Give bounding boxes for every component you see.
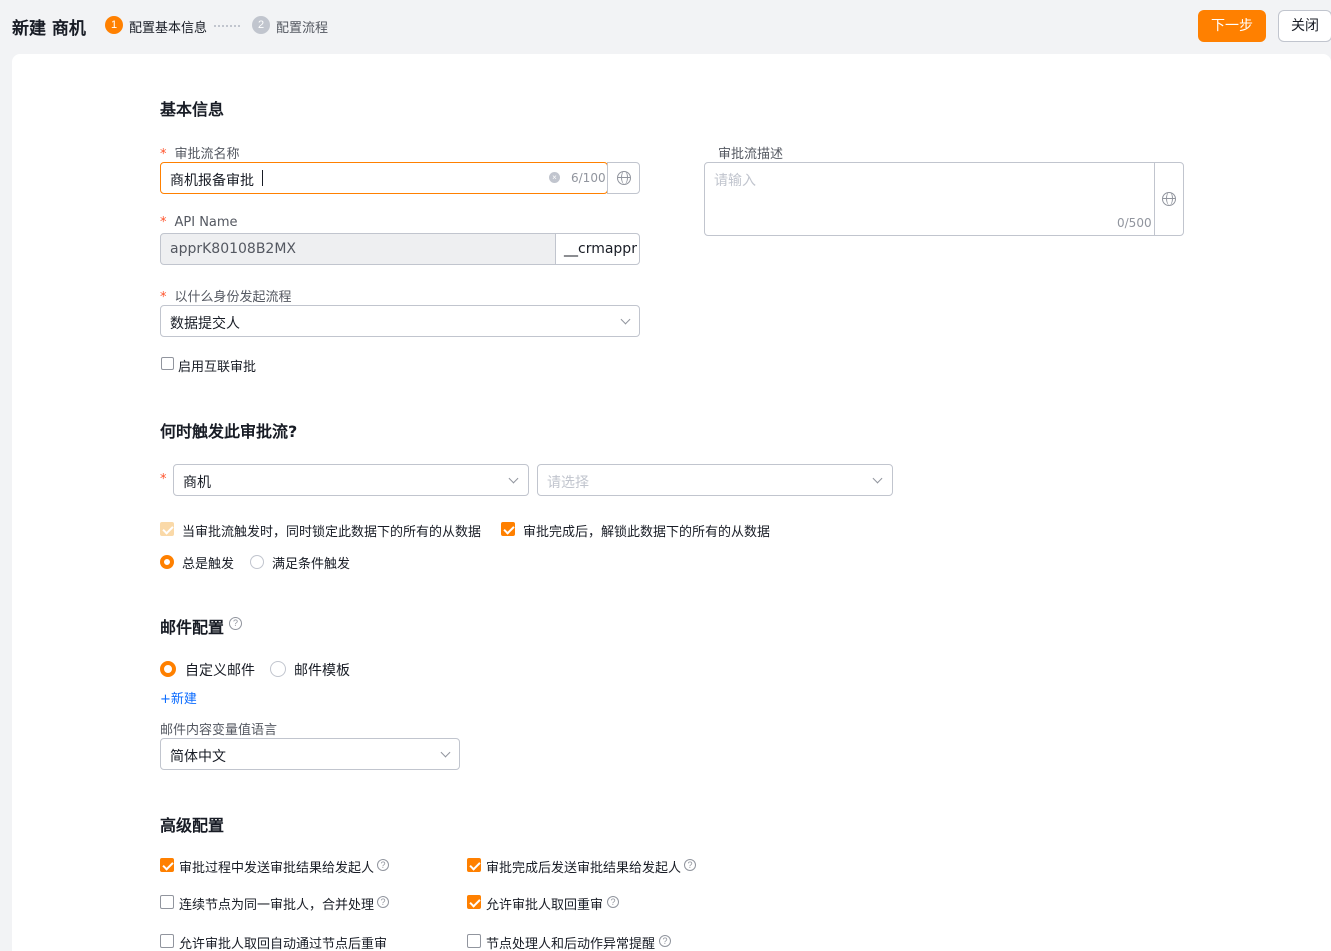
globe-icon <box>1162 192 1176 206</box>
required-mark: * <box>160 472 167 487</box>
step-2-label: 配置流程 <box>276 21 329 36</box>
exception-alert-label: 节点处理人和后动作异常提醒 <box>486 937 656 951</box>
step-1-label: 配置基本信息 <box>129 21 208 36</box>
merge-same-approver-checkbox[interactable] <box>160 895 174 909</box>
lock-sub-data-checkbox <box>160 522 174 536</box>
description-counter: 0/500 <box>1117 216 1152 230</box>
condition-trigger-label: 满足条件触发 <box>272 557 351 572</box>
api-name-label: * API Name <box>160 215 238 230</box>
help-icon[interactable]: ? <box>229 617 242 630</box>
exception-alert-checkbox[interactable] <box>467 934 481 948</box>
retrieve-auto-pass-checkbox[interactable] <box>160 934 174 948</box>
trigger-object-select[interactable]: 商机 <box>173 464 529 496</box>
help-icon[interactable]: ? <box>659 935 671 947</box>
step-2-number: 2 <box>252 16 270 34</box>
advanced-config-title: 高级配置 <box>160 816 225 835</box>
trigger-object-value: 商机 <box>183 475 211 491</box>
notify-during-approval-checkbox[interactable] <box>160 858 174 872</box>
lock-sub-data-label: 当审批流触发时，同时锁定此数据下的所有的从数据 <box>182 525 482 540</box>
always-trigger-radio[interactable] <box>160 555 174 569</box>
new-mail-link[interactable]: +新建 <box>160 688 197 707</box>
description-placeholder: 请输入 <box>714 173 756 189</box>
identity-select[interactable]: 数据提交人 <box>160 305 640 337</box>
help-icon[interactable]: ? <box>377 896 389 908</box>
text-cursor <box>262 170 263 186</box>
page-title: 新建 商机 <box>12 19 86 39</box>
description-label: 审批流描述 <box>718 147 784 162</box>
trigger-type-placeholder: 请选择 <box>547 475 589 491</box>
mail-config-title: 邮件配置 <box>160 618 225 637</box>
identity-label: * 以什么身份发起流程 <box>160 290 292 305</box>
mail-language-value: 简体中文 <box>170 749 226 765</box>
chevron-down-icon <box>872 473 883 484</box>
identity-value: 数据提交人 <box>170 316 240 332</box>
approval-name-value: 商机报备审批 <box>170 173 254 189</box>
api-name-suffix: __crmappr <box>555 233 640 265</box>
chevron-down-icon <box>508 473 519 484</box>
notify-after-approval-label: 审批完成后发送审批结果给发起人 <box>486 861 682 876</box>
condition-trigger-radio[interactable] <box>250 555 264 569</box>
chevron-down-icon <box>620 314 631 325</box>
merge-same-approver-label: 连续节点为同一审批人，合并处理 <box>179 898 375 913</box>
help-icon[interactable]: ? <box>377 859 389 871</box>
next-step-button[interactable]: 下一步 <box>1198 10 1266 42</box>
mail-language-label: 邮件内容变量值语言 <box>160 723 278 738</box>
retrieve-auto-pass-label: 允许审批人取回自动通过节点后重审 <box>179 937 388 951</box>
description-textarea[interactable]: 请输入 0/500 <box>704 162 1155 236</box>
approval-name-input[interactable]: 商机报备审批 × 6/100 <box>160 162 608 194</box>
globe-icon <box>617 171 631 185</box>
always-trigger-label: 总是触发 <box>182 557 235 572</box>
api-name-value: apprK80108B2MX <box>170 241 297 257</box>
basic-info-title: 基本信息 <box>160 100 225 119</box>
required-mark: * <box>160 290 167 305</box>
step-1-number: 1 <box>105 16 123 34</box>
notify-during-approval-label: 审批过程中发送审批结果给发起人 <box>179 861 375 876</box>
clear-icon[interactable]: × <box>549 172 560 183</box>
custom-mail-label: 自定义邮件 <box>185 663 255 679</box>
required-mark: * <box>160 147 167 162</box>
mail-language-select[interactable]: 简体中文 <box>160 738 460 770</box>
approval-name-counter: 6/100 <box>571 171 606 185</box>
interconnect-label: 启用互联审批 <box>178 360 257 375</box>
trigger-type-select[interactable]: 请选择 <box>537 464 893 496</box>
step-connector <box>214 25 240 27</box>
api-name-input: apprK80108B2MX <box>160 233 556 265</box>
close-button[interactable]: 关闭 <box>1278 10 1331 42</box>
chevron-down-icon <box>440 747 451 758</box>
interconnect-checkbox[interactable] <box>161 357 174 370</box>
mail-template-label: 邮件模板 <box>294 663 350 679</box>
unlock-sub-data-label: 审批完成后，解锁此数据下的所有的从数据 <box>523 525 771 540</box>
description-translate-button[interactable] <box>1154 162 1184 236</box>
required-mark: * <box>160 215 167 230</box>
allow-retrieve-checkbox[interactable] <box>467 895 481 909</box>
name-translate-button[interactable] <box>607 162 640 194</box>
approval-name-label: * 审批流名称 <box>160 147 240 162</box>
mail-template-radio[interactable] <box>270 661 286 677</box>
trigger-title: 何时触发此审批流? <box>160 422 298 441</box>
help-icon[interactable]: ? <box>607 896 619 908</box>
help-icon[interactable]: ? <box>684 859 696 871</box>
unlock-sub-data-checkbox[interactable] <box>501 522 515 536</box>
custom-mail-radio[interactable] <box>160 661 176 677</box>
notify-after-approval-checkbox[interactable] <box>467 858 481 872</box>
allow-retrieve-label: 允许审批人取回重审 <box>486 898 604 913</box>
